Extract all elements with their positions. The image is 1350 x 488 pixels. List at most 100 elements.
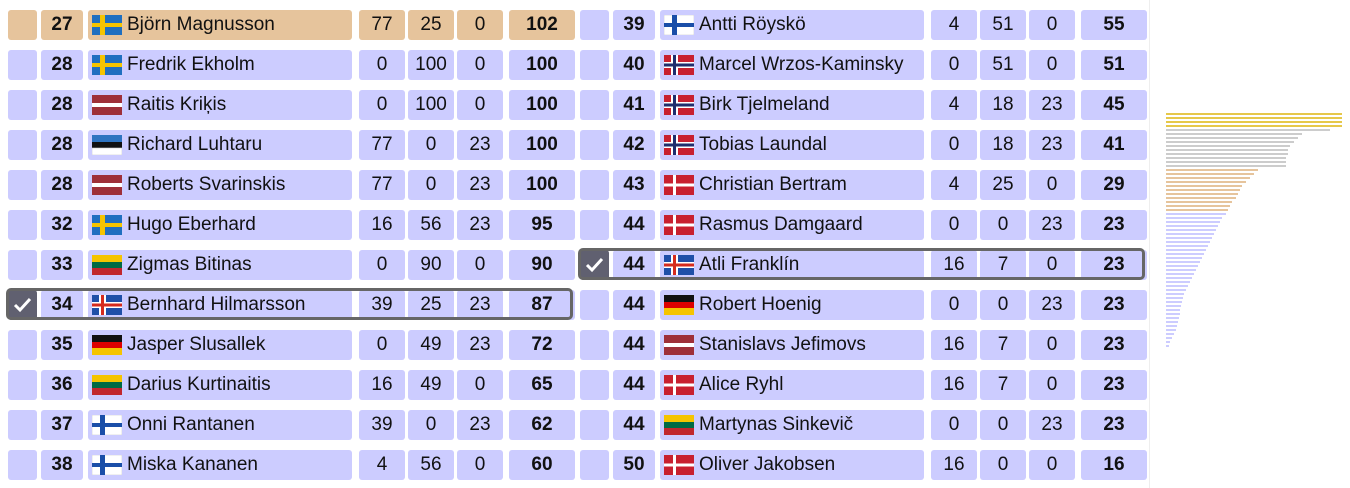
row-checkbox[interactable] — [580, 90, 609, 120]
summary-bar — [1166, 117, 1342, 119]
summary-bar — [1166, 237, 1212, 239]
summary-bar — [1166, 137, 1298, 139]
row-checkbox[interactable] — [8, 250, 37, 280]
flag-no-icon — [664, 55, 694, 75]
standings-row[interactable]: 44 Robert Hoenig 0 0 23 23 — [576, 282, 1147, 322]
score-cell-1: 0 — [931, 410, 977, 440]
score-cell-2: 0 — [980, 290, 1026, 320]
score-cell-3: 0 — [1029, 330, 1075, 360]
summary-bar — [1166, 249, 1206, 251]
row-checkbox[interactable] — [8, 450, 37, 480]
score-cell-1: 0 — [359, 250, 405, 280]
athlete-name: Oliver Jakobsen — [699, 454, 836, 475]
row-checkbox[interactable] — [580, 170, 609, 200]
row-checkbox[interactable] — [580, 450, 609, 480]
standings-row[interactable]: 43 Christian Bertram 4 25 0 29 — [576, 162, 1147, 202]
standings-row[interactable]: 44 Rasmus Damgaard 0 0 23 23 — [576, 202, 1147, 242]
score-cell-3: 0 — [1029, 250, 1075, 280]
summary-bar — [1166, 305, 1181, 307]
athlete-name: Onni Rantanen — [127, 414, 255, 435]
total-cell: 41 — [1081, 130, 1147, 160]
standings-row[interactable]: 50 Oliver Jakobsen 16 0 0 16 — [576, 442, 1147, 482]
standings-row[interactable]: 28 Roberts Svarinskis 77 0 23 100 — [4, 162, 575, 202]
standings-row[interactable]: 39 Antti Röyskö 4 51 0 55 — [576, 2, 1147, 42]
standings-row[interactable]: 28 Fredrik Ekholm 0 100 0 100 — [4, 42, 575, 82]
standings-row[interactable]: 32 Hugo Eberhard 16 56 23 95 — [4, 202, 575, 242]
total-cell: 72 — [509, 330, 575, 360]
standings-row[interactable]: 35 Jasper Slusallek 0 49 23 72 — [4, 322, 575, 362]
score-cell-3: 23 — [1029, 410, 1075, 440]
standings-row[interactable]: 44 Alice Ryhl 16 7 0 23 — [576, 362, 1147, 402]
athlete-name: Birk Tjelmeland — [699, 94, 830, 115]
summary-bar — [1166, 313, 1180, 315]
row-checkbox[interactable] — [580, 210, 609, 240]
flag-lt-icon — [664, 415, 694, 435]
row-checkbox[interactable] — [580, 250, 609, 280]
total-cell: 95 — [509, 210, 575, 240]
standings-row[interactable]: 42 Tobias Laundal 0 18 23 41 — [576, 122, 1147, 162]
standings-row[interactable]: 38 Miska Kananen 4 56 0 60 — [4, 442, 575, 482]
summary-bar — [1166, 285, 1188, 287]
row-checkbox[interactable] — [8, 130, 37, 160]
summary-bar — [1166, 153, 1288, 155]
score-cell-2: 0 — [408, 130, 454, 160]
row-checkbox[interactable] — [580, 330, 609, 360]
flag-lv-icon — [92, 95, 122, 115]
row-checkbox[interactable] — [580, 410, 609, 440]
score-cell-1: 0 — [931, 50, 977, 80]
standings-row[interactable]: 27 Björn Magnusson 77 25 0 102 — [4, 2, 575, 42]
row-checkbox[interactable] — [8, 210, 37, 240]
total-cell: 23 — [1081, 370, 1147, 400]
row-checkbox[interactable] — [8, 290, 37, 320]
athlete-name: Robert Hoenig — [699, 294, 822, 315]
rank-cell: 44 — [613, 250, 655, 280]
standings-row[interactable]: 40 Marcel Wrzos-Kaminsky 0 51 0 51 — [576, 42, 1147, 82]
row-checkbox[interactable] — [580, 50, 609, 80]
summary-bar — [1166, 273, 1194, 275]
summary-bar — [1166, 193, 1238, 195]
athlete-name: Alice Ryhl — [699, 374, 784, 395]
standings-row[interactable]: 28 Raitis Kriķis 0 100 0 100 — [4, 82, 575, 122]
score-cell-1: 16 — [359, 210, 405, 240]
standings-row[interactable]: 34 Bernhard Hilmarsson 39 25 23 87 — [4, 282, 575, 322]
standings-row[interactable]: 37 Onni Rantanen 39 0 23 62 — [4, 402, 575, 442]
score-cell-1: 4 — [359, 450, 405, 480]
summary-bar — [1166, 217, 1222, 219]
row-checkbox[interactable] — [8, 90, 37, 120]
athlete-name: Rasmus Damgaard — [699, 214, 863, 235]
rank-cell: 28 — [41, 90, 83, 120]
summary-bar — [1166, 297, 1183, 299]
standings-row[interactable]: 44 Atli Franklín 16 7 0 23 — [576, 242, 1147, 282]
summary-bar — [1166, 333, 1174, 335]
rank-cell: 28 — [41, 170, 83, 200]
row-checkbox[interactable] — [580, 290, 609, 320]
row-checkbox[interactable] — [580, 130, 609, 160]
flag-lt-icon — [92, 375, 122, 395]
row-checkbox[interactable] — [8, 370, 37, 400]
athlete-name: Tobias Laundal — [699, 134, 827, 155]
standings-row[interactable]: 41 Birk Tjelmeland 4 18 23 45 — [576, 82, 1147, 122]
standings-row[interactable]: 33 Zigmas Bitinas 0 90 0 90 — [4, 242, 575, 282]
row-checkbox[interactable] — [580, 10, 609, 40]
row-checkbox[interactable] — [8, 50, 37, 80]
row-checkbox[interactable] — [8, 170, 37, 200]
row-checkbox[interactable] — [8, 10, 37, 40]
standings-row[interactable]: 44 Stanislavs Jefimovs 16 7 0 23 — [576, 322, 1147, 362]
total-cell: 51 — [1081, 50, 1147, 80]
standings-row[interactable]: 36 Darius Kurtinaitis 16 49 0 65 — [4, 362, 575, 402]
athlete-name-cell: Richard Luhtaru — [88, 130, 352, 160]
summary-bar — [1166, 157, 1286, 159]
score-cell-3: 0 — [457, 370, 503, 400]
score-cell-3: 0 — [1029, 370, 1075, 400]
row-checkbox[interactable] — [8, 330, 37, 360]
summary-bar — [1166, 329, 1176, 331]
row-checkbox[interactable] — [8, 410, 37, 440]
standings-row[interactable]: 28 Richard Luhtaru 77 0 23 100 — [4, 122, 575, 162]
score-cell-1: 16 — [359, 370, 405, 400]
score-cell-2: 49 — [408, 370, 454, 400]
score-cell-1: 0 — [359, 330, 405, 360]
row-checkbox[interactable] — [580, 370, 609, 400]
standings-row[interactable]: 44 Martynas Sinkevič 0 0 23 23 — [576, 402, 1147, 442]
score-cell-3: 0 — [1029, 170, 1075, 200]
athlete-name-cell: Bernhard Hilmarsson — [88, 290, 352, 320]
